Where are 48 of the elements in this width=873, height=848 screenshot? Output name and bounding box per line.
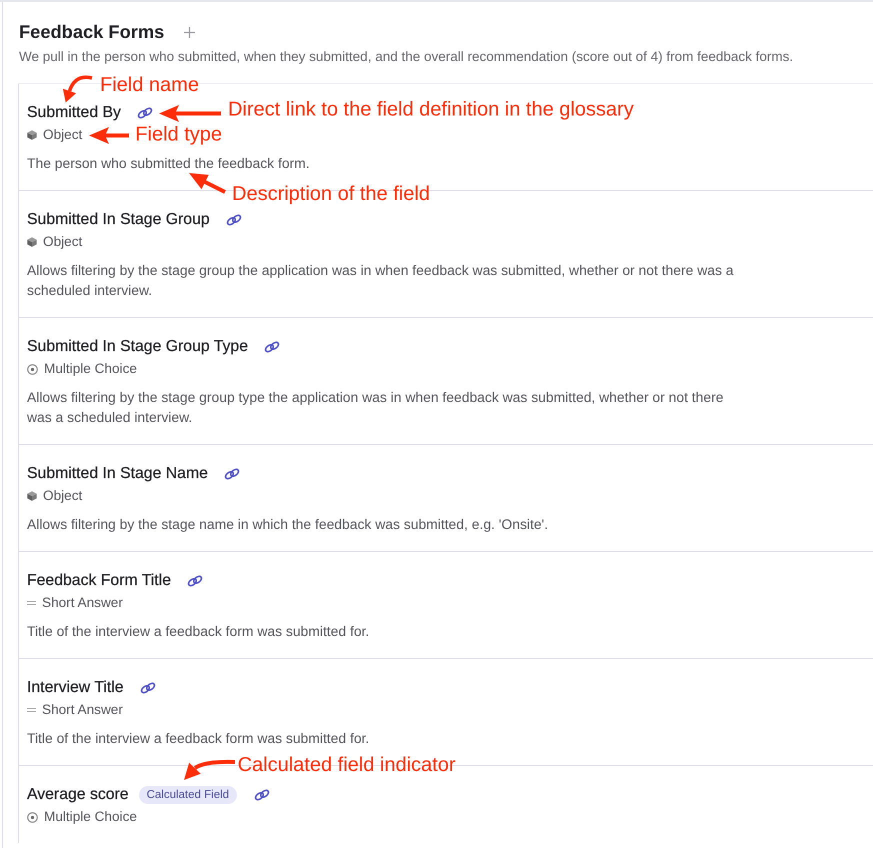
field-description: Allows filtering by the stage group type the application was in when feedback was submitted, whether or not there was a scheduled interview. bbox=[27, 388, 724, 427]
cube-icon bbox=[27, 237, 37, 247]
calculated-field-badge: Calculated Field bbox=[138, 786, 238, 804]
link-icon[interactable] bbox=[264, 341, 280, 353]
link-icon[interactable] bbox=[186, 575, 203, 587]
field-description: Allows filtering by the stage name in which the feedback was submitted, e.g. 'Onsite'. bbox=[27, 515, 548, 534]
field-type: Object bbox=[43, 126, 82, 144]
field-description: The person who submitted the feedback form. bbox=[27, 154, 310, 173]
annotation-arrow bbox=[62, 76, 92, 102]
field-name: Submitted In Stage Group bbox=[27, 211, 210, 229]
field-type: Object bbox=[43, 487, 82, 505]
radio-icon bbox=[27, 364, 38, 374]
field-type: Short Answer bbox=[42, 701, 123, 719]
section-title: Feedback Forms bbox=[19, 20, 164, 44]
annotation-label: Field type bbox=[135, 124, 222, 146]
link-icon[interactable] bbox=[254, 789, 270, 801]
annotation-arrow bbox=[189, 173, 226, 194]
cube-icon bbox=[27, 130, 37, 140]
field-type: Multiple Choice bbox=[44, 808, 137, 826]
link-icon[interactable] bbox=[224, 468, 240, 480]
annotation-label: Direct link to the field definition in the glossary bbox=[228, 98, 634, 122]
field-description: Title of the interview a feedback form was submitted for. bbox=[27, 622, 370, 641]
field-name: Average score bbox=[27, 786, 129, 804]
annotation-label: Field name bbox=[100, 74, 199, 97]
field-name: Submitted In Stage Group Type bbox=[27, 338, 248, 356]
link-icon[interactable] bbox=[226, 214, 242, 226]
lines-icon bbox=[27, 601, 36, 605]
field-name: Submitted By bbox=[27, 104, 121, 122]
field-name: Interview Title bbox=[27, 679, 124, 697]
field-description: Title of the interview a feedback form was submitted for. bbox=[27, 729, 370, 748]
link-icon[interactable] bbox=[136, 107, 153, 119]
field-type: Object bbox=[43, 233, 82, 251]
annotation-label: Calculated field indicator bbox=[238, 754, 456, 777]
annotation-label: Description of the field bbox=[232, 183, 430, 206]
section-description: We pull in the person who submitted, when they submitted, and the overall recommendation (score out of 4) from feedback forms. bbox=[19, 48, 794, 66]
annotation-arrow bbox=[89, 126, 130, 144]
field-name: Submitted In Stage Name bbox=[27, 465, 208, 483]
field-type: Short Answer bbox=[42, 594, 123, 612]
field-description: Allows filtering by the stage group the application was in when feedback was submitted, whether or not there was a scheduled interview. bbox=[27, 261, 735, 300]
annotation-arrow bbox=[184, 760, 235, 780]
plus-icon[interactable] bbox=[184, 26, 196, 38]
cube-icon bbox=[27, 491, 37, 501]
field-type: Multiple Choice bbox=[44, 360, 137, 378]
annotation-arrow bbox=[158, 104, 221, 122]
lines-icon bbox=[27, 708, 36, 712]
link-icon[interactable] bbox=[140, 682, 156, 694]
radio-icon bbox=[27, 812, 38, 822]
field-name: Feedback Form Title bbox=[27, 572, 171, 590]
